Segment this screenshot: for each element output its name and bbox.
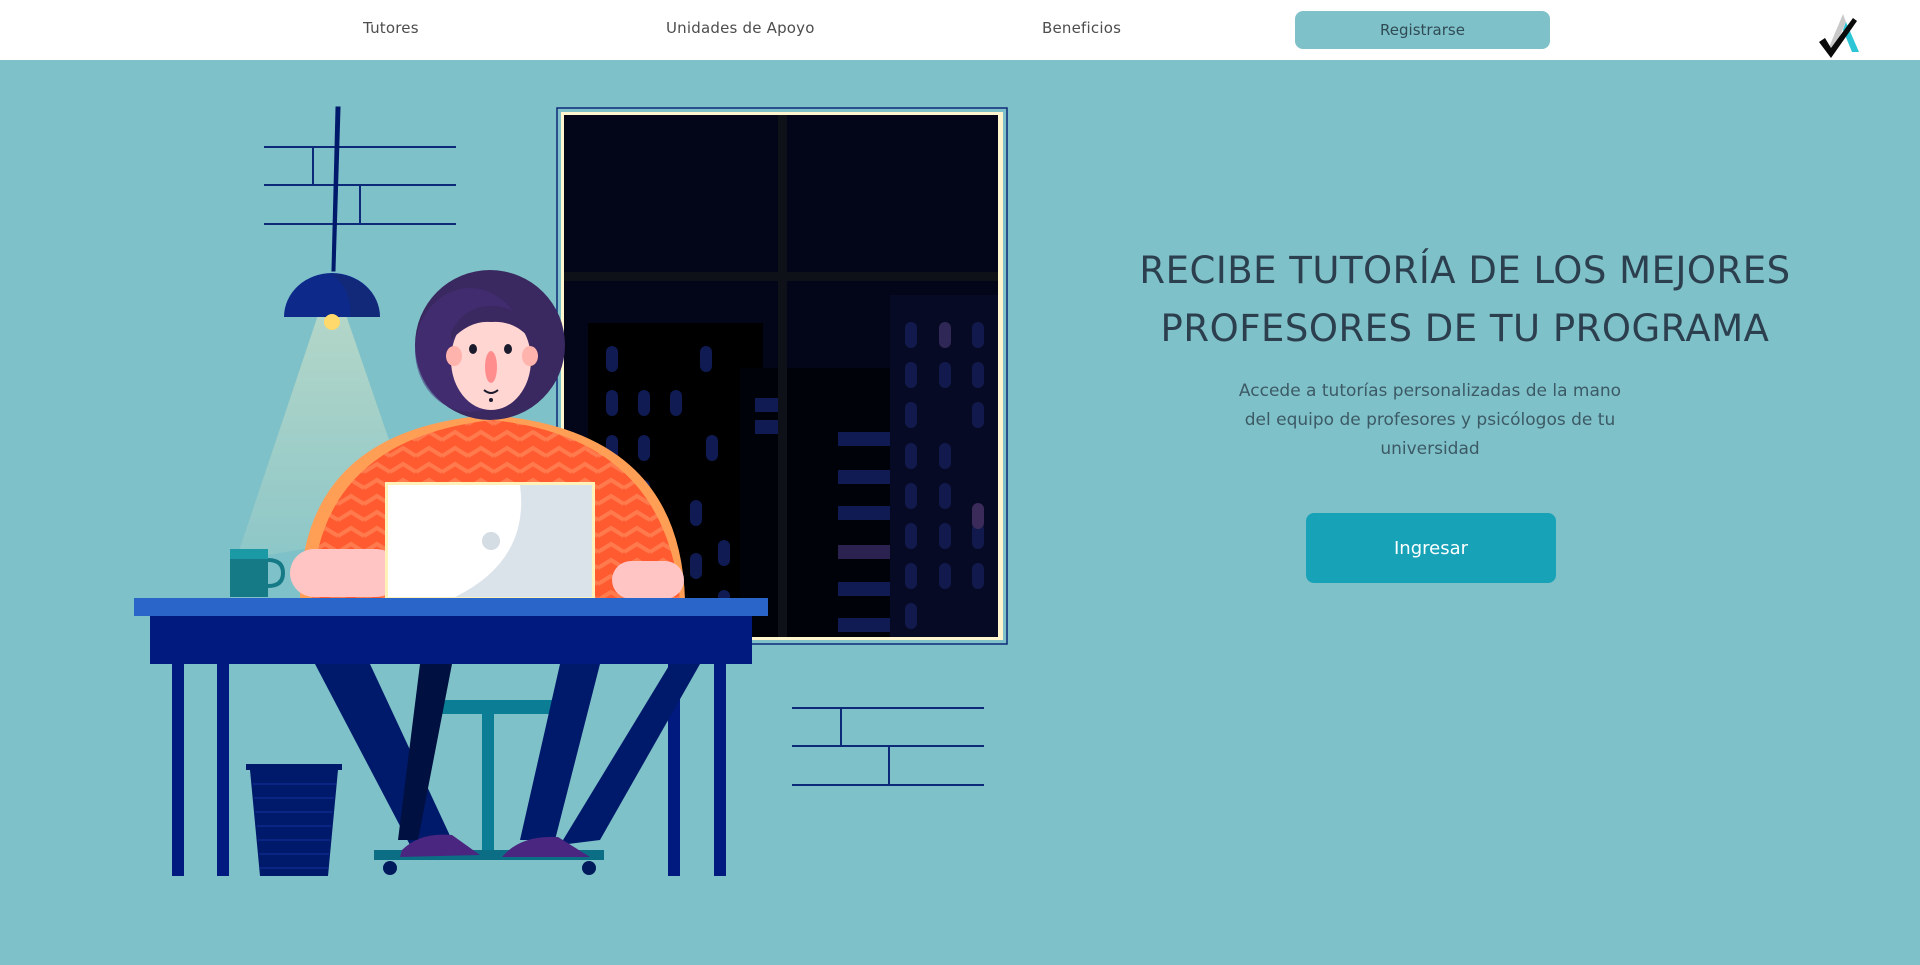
coffee-mug [230,549,286,597]
nav-link-tutores[interactable]: Tutores [363,19,419,37]
wall-bricks-left [264,146,456,225]
ingresar-button[interactable]: Ingresar [1306,513,1556,583]
desk [134,598,768,876]
nav-link-beneficios[interactable]: Beneficios [1042,19,1121,37]
wall-bricks-right [792,707,984,786]
illustration-svg [134,106,1008,876]
check-logo-icon[interactable] [1819,12,1861,60]
register-button[interactable]: Registrarse [1295,11,1550,49]
hero-description: Accede a tutorías personalizadas de la m… [1238,381,1622,459]
top-navigation-bar: Tutores Unidades de Apoyo Beneficios Reg… [0,0,1920,60]
waste-bin [246,764,342,876]
chair-and-legs [315,664,700,875]
hero-title-line-2: PROFESORES DE TU PROGRAMA [1160,307,1770,350]
hero-title-line-1: RECIBE TUTORÍA DE LOS MEJORES [1139,249,1791,292]
workspace-illustration [0,60,1050,965]
laptop [385,482,595,600]
hero-title: RECIBE TUTORÍA DE LOS MEJORES PROFESORES… [1105,242,1825,358]
nav-link-unidades-de-apoyo[interactable]: Unidades de Apoyo [666,19,815,37]
